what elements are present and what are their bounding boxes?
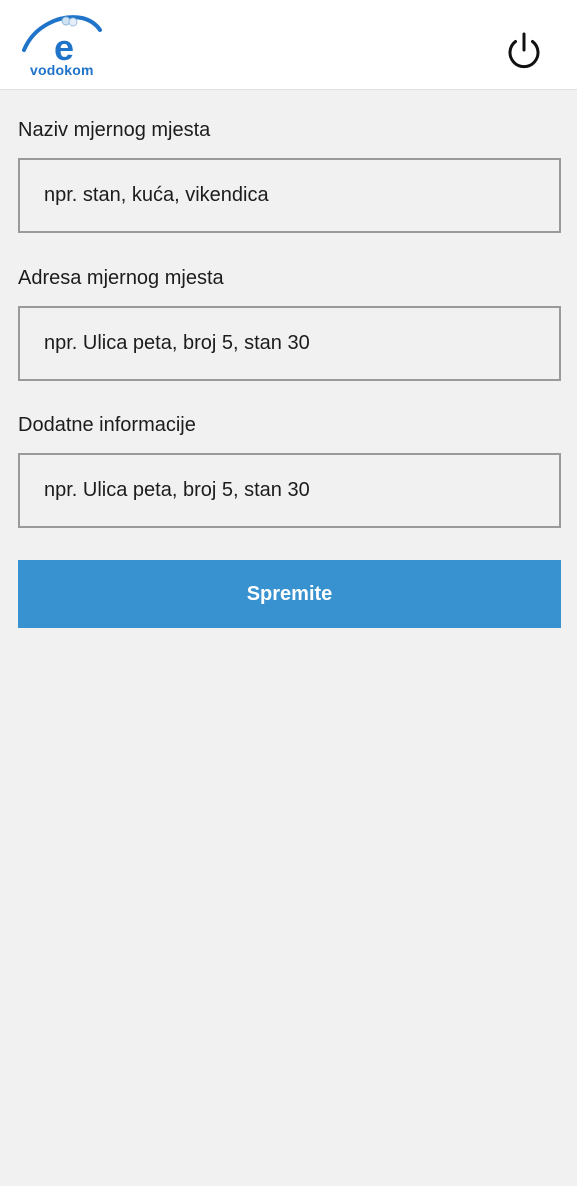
vodokom-logo: e vodokom bbox=[20, 12, 110, 80]
additional-info-field[interactable] bbox=[18, 453, 561, 528]
app-header: e vodokom bbox=[0, 0, 577, 90]
logo-text: vodokom bbox=[30, 62, 94, 78]
logout-button[interactable] bbox=[503, 30, 545, 72]
name-field[interactable] bbox=[18, 158, 561, 233]
address-field-label: Adresa mjernog mjesta bbox=[18, 267, 224, 289]
address-field[interactable] bbox=[18, 306, 561, 381]
save-button[interactable]: Spremite bbox=[18, 560, 561, 628]
name-field-label: Naziv mjernog mjesta bbox=[18, 119, 211, 141]
additional-info-field-label: Dodatne informacije bbox=[18, 414, 196, 436]
power-icon bbox=[508, 32, 540, 69]
